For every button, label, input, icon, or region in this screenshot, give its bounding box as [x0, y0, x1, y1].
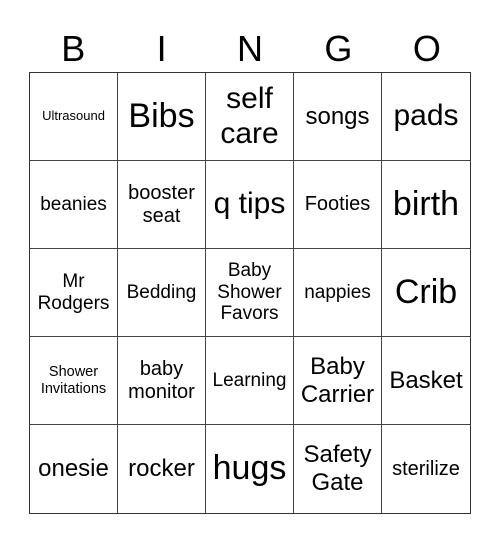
bingo-cell[interactable]: pads [382, 73, 470, 161]
header-letter-n: N [237, 28, 264, 69]
bingo-cell[interactable]: self care [206, 73, 294, 161]
bingo-cell[interactable]: nappies [294, 249, 382, 337]
bingo-cell[interactable]: Shower Invitations [30, 337, 118, 425]
bingo-cell[interactable]: Learning [206, 337, 294, 425]
bingo-cell[interactable]: Ultrasound [30, 73, 118, 161]
bingo-cell[interactable]: q tips [206, 161, 294, 249]
header-letter-g: G [324, 28, 353, 69]
bingo-cell[interactable]: sterilize [382, 425, 470, 513]
bingo-cell[interactable]: Mr Rodgers [30, 249, 118, 337]
bingo-cell[interactable]: Baby Shower Favors [206, 249, 294, 337]
bingo-cell[interactable]: Crib [382, 249, 470, 337]
bingo-grid: Ultrasound Bibs self care songs pads bea… [29, 72, 471, 514]
bingo-cell[interactable]: booster seat [118, 161, 206, 249]
bingo-cell[interactable]: onesie [30, 425, 118, 513]
bingo-cell[interactable]: Safety Gate [294, 425, 382, 513]
bingo-cell[interactable]: hugs [206, 425, 294, 513]
header-letter-o: O [412, 28, 441, 69]
bingo-cell[interactable]: songs [294, 73, 382, 161]
bingo-cell[interactable]: birth [382, 161, 470, 249]
bingo-cell[interactable]: Bedding [118, 249, 206, 337]
bingo-cell[interactable]: Footies [294, 161, 382, 249]
bingo-cell[interactable]: baby monitor [118, 337, 206, 425]
header-letter-b: B [61, 28, 86, 69]
bingo-cell[interactable]: Basket [382, 337, 470, 425]
bingo-header: B I N G O [29, 26, 471, 72]
bingo-cell[interactable]: beanies [30, 161, 118, 249]
header-letter-i: I [156, 28, 167, 69]
bingo-cell[interactable]: Bibs [118, 73, 206, 161]
bingo-cell[interactable]: Baby Carrier [294, 337, 382, 425]
bingo-cell[interactable]: rocker [118, 425, 206, 513]
